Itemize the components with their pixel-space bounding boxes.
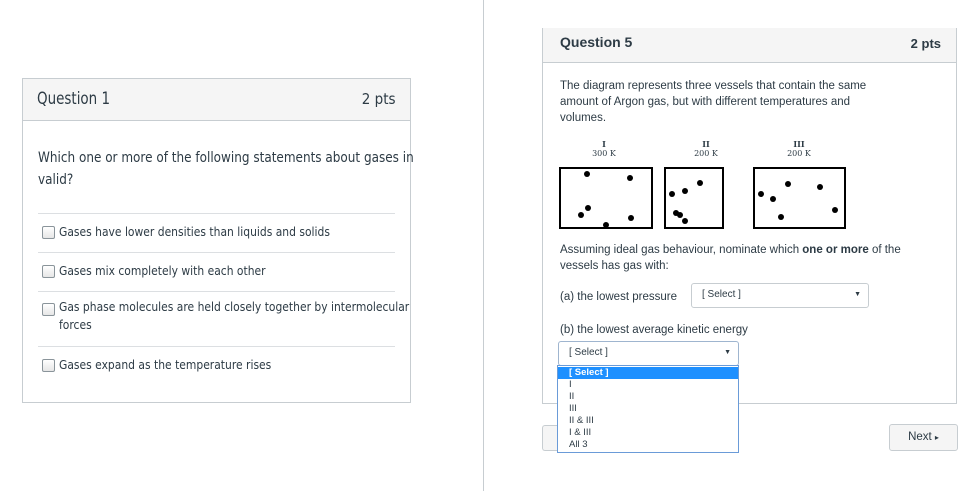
dropdown-option-ii[interactable]: II: [558, 391, 738, 403]
gas-particle: [758, 191, 764, 197]
gas-particle: [832, 207, 838, 213]
gas-particle: [677, 212, 683, 218]
dropdown-option-select[interactable]: [ Select ]: [558, 367, 738, 379]
answer-label: Gases mix completely with each other: [59, 263, 266, 278]
question-1-points: 2 pts: [362, 90, 396, 108]
vessel-2-temp: 200 K: [694, 149, 718, 158]
part-b-label: (b) the lowest average kinetic energy: [560, 324, 748, 336]
dropdown-option-i-iii[interactable]: I & III: [558, 427, 738, 439]
gas-particle: [697, 180, 703, 186]
vessel-1-label: I 300 K: [574, 139, 634, 159]
chevron-down-icon: ▼: [724, 349, 731, 356]
question-5-header: Question 5 2 pts: [543, 28, 956, 63]
part-a-label: (a) the lowest pressure: [560, 291, 677, 303]
vessel-1-diagram: [559, 167, 653, 229]
gas-particle: [778, 214, 784, 220]
panel-divider: [483, 0, 484, 491]
vessel-2-numeral: II: [702, 139, 710, 149]
gas-particle: [628, 215, 634, 221]
dropdown-option-all-3[interactable]: All 3: [558, 439, 738, 451]
question-1-text-line2: valid?: [38, 172, 74, 188]
part-b-select-value: [ Select ]: [569, 347, 608, 358]
description-line3: volumes.: [560, 112, 607, 124]
next-button[interactable]: Next ▸: [889, 424, 958, 451]
answer-checkbox[interactable]: [42, 226, 55, 239]
question-1-text-line1: Which one or more of the following state…: [38, 150, 414, 166]
answer-label: Gas phase molecules are held closely tog…: [59, 298, 409, 334]
answer-checkbox[interactable]: [42, 303, 55, 316]
vessel-1-numeral: I: [602, 139, 606, 149]
question-1-title: Question 1: [37, 89, 111, 109]
answer-option-3[interactable]: Gas phase molecules are held closely tog…: [38, 291, 409, 346]
answer-label-line1: Gas phase molecules are held closely tog…: [59, 299, 410, 314]
question-1-header: Question 1 2 pts: [23, 79, 410, 121]
question-5-title: Question 5: [560, 34, 633, 50]
gas-particle: [627, 175, 633, 181]
answer-label: Gases expand as the temperature rises: [59, 357, 272, 372]
vessel-3-temp: 200 K: [787, 149, 811, 158]
description-line1: The diagram represents three vessels tha…: [560, 80, 867, 92]
question-5-instruction: Assuming ideal gas behaviour, nominate w…: [560, 242, 950, 274]
gas-particle: [603, 222, 609, 228]
gas-particle: [770, 196, 776, 202]
answer-option-1[interactable]: Gases have lower densities than liquids …: [38, 213, 395, 252]
instruction-text-end: of the: [868, 244, 901, 256]
dropdown-option-ii-iii[interactable]: II & III: [558, 415, 738, 427]
part-a-select[interactable]: [ Select ] ▼: [691, 283, 869, 308]
dropdown-option-i[interactable]: I: [558, 379, 738, 391]
question-5-points: 2 pts: [910, 36, 941, 51]
instruction-line2: vessels has gas with:: [560, 260, 669, 272]
answer-option-4[interactable]: Gases expand as the temperature rises: [38, 346, 395, 385]
instruction-text: Assuming ideal gas behaviour, nominate w…: [560, 244, 803, 256]
gas-particle: [578, 212, 584, 218]
question-5-description: The diagram represents three vessels tha…: [560, 78, 920, 126]
answer-checkbox[interactable]: [42, 359, 55, 372]
gas-particle: [669, 191, 675, 197]
vessel-2-label: II 200 K: [676, 139, 736, 159]
vessel-3-numeral: III: [793, 139, 805, 149]
gas-particle: [785, 181, 791, 187]
answer-checkbox[interactable]: [42, 265, 55, 278]
next-button-label: Next: [908, 431, 932, 443]
vessel-3-diagram: [753, 167, 846, 229]
instruction-line1: Assuming ideal gas behaviour, nominate w…: [560, 242, 950, 258]
vessel-2-diagram: [664, 167, 724, 229]
instruction-emphasis: one or more: [802, 244, 869, 256]
part-b-select[interactable]: [ Select ] ▼: [558, 341, 739, 366]
play-icon: ▸: [934, 433, 939, 442]
dropdown-option-iii[interactable]: III: [558, 403, 738, 415]
gas-particle: [682, 218, 688, 224]
vessel-3-label: III 200 K: [769, 139, 829, 159]
question-1-text: Which one or more of the following state…: [38, 147, 414, 191]
answer-label: Gases have lower densities than liquids …: [59, 224, 330, 239]
part-a-select-value: [ Select ]: [702, 289, 741, 300]
answer-label-line2: forces: [59, 317, 92, 332]
chevron-down-icon: ▼: [854, 291, 861, 298]
gas-particle: [817, 184, 823, 190]
description-line2: amount of Argon gas, but with different …: [560, 96, 851, 108]
answer-option-2[interactable]: Gases mix completely with each other: [38, 252, 395, 291]
gas-particle: [682, 188, 688, 194]
gas-particle: [585, 205, 591, 211]
gas-particle: [584, 171, 590, 177]
question-1-panel: Question 1 2 pts Which one or more of th…: [22, 78, 414, 403]
vessel-1-temp: 300 K: [592, 149, 616, 158]
part-b-dropdown-list[interactable]: [ Select ] I II III II & III I & III All…: [557, 365, 739, 453]
